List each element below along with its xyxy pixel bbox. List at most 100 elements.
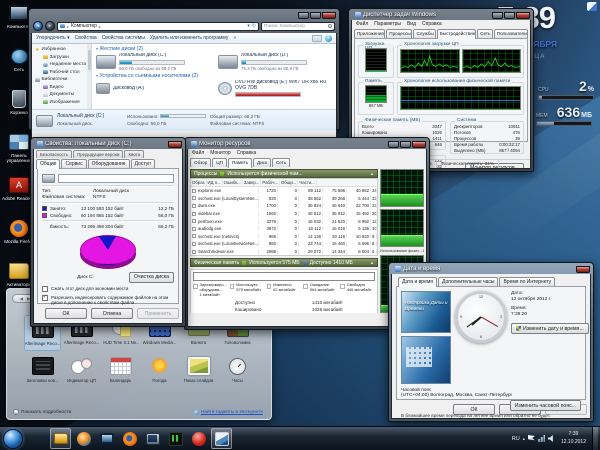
tab[interactable]: Квота <box>124 150 145 158</box>
dialog-button[interactable]: ОК <box>45 308 87 319</box>
processes-header[interactable]: Процессы Используется физической пам... … <box>190 169 378 178</box>
tab[interactable]: Предыдущие версии <box>73 150 124 158</box>
tray-clock[interactable]: 7:39 12.10.2012 <box>558 431 589 446</box>
gadget-corner-icon[interactable] <box>587 2 597 11</box>
menu-item[interactable]: Вид <box>407 21 416 27</box>
show-details-link[interactable]: ⌄ Показать подробности <box>13 409 71 415</box>
address-dropdown-icon[interactable]: ▾ <box>247 23 250 29</box>
dialog-button[interactable]: Применить <box>137 308 179 319</box>
hidden-icons-chevron[interactable]: ▴ <box>523 436 525 442</box>
drive-item[interactable]: Локальный диск (C:) 56,0 ГБ свободно из … <box>96 53 210 71</box>
tab[interactable]: Пользователи <box>493 29 528 38</box>
tab[interactable]: ЦП <box>212 158 227 167</box>
memory-header[interactable]: Физическая память Используется 575 МБ До… <box>190 258 378 267</box>
row-checkbox[interactable] <box>192 234 196 239</box>
address-bar[interactable]: ▸ Компьютер ▸ ▾ ↻ <box>57 21 259 31</box>
taskbar-item[interactable] <box>188 428 209 449</box>
toolbar-item[interactable]: Свойства системы <box>102 35 145 41</box>
volume-label-input[interactable] <box>58 173 174 183</box>
sidebar-scrollbar[interactable] <box>87 44 91 109</box>
taskbar-item[interactable] <box>119 428 140 449</box>
maximize-button[interactable] <box>504 11 515 19</box>
taskbar-item[interactable] <box>142 428 163 449</box>
taskbar-item[interactable] <box>73 428 94 449</box>
menu-item[interactable]: Справка <box>237 150 257 156</box>
sidebar-item[interactable]: Библиотеки <box>35 76 91 84</box>
gadget-tile[interactable]: Календарь <box>102 353 139 389</box>
collapse-icon[interactable]: ▲ <box>370 260 374 265</box>
close-button[interactable] <box>516 11 530 19</box>
tab[interactable]: Безопасность <box>36 150 73 158</box>
checkbox[interactable] <box>42 285 48 292</box>
taskbar-item[interactable] <box>27 428 48 449</box>
sidebar-item[interactable]: Видео <box>35 84 91 92</box>
tab[interactable]: Процессы <box>386 29 413 38</box>
tab[interactable]: Оборудование <box>87 159 130 168</box>
row-checkbox[interactable] <box>192 203 196 208</box>
tab[interactable]: Диск <box>252 158 271 167</box>
menu-item[interactable]: Справка <box>422 21 442 27</box>
sidebar-item[interactable]: Рабочий стол <box>35 69 91 77</box>
toolbar-item[interactable]: » <box>233 35 236 41</box>
taskbar-item[interactable] <box>165 428 186 449</box>
cpu-meter-gadget[interactable]: CPU 2% <box>538 78 594 100</box>
close-button[interactable] <box>168 140 182 148</box>
tab[interactable]: Общие <box>36 159 61 169</box>
close-button[interactable] <box>576 265 590 273</box>
process-row[interactable]: sidebar.exe16920 46 51235 91215 49220 42… <box>191 210 377 218</box>
gadget-tile[interactable]: Индикатор ЦП <box>63 353 100 389</box>
column-header[interactable]: Образ <box>191 180 207 185</box>
close-button[interactable] <box>322 11 336 19</box>
column-header[interactable]: Ошибк... <box>223 180 243 185</box>
volume-icon[interactable] <box>547 435 553 442</box>
tab[interactable]: Дата и время <box>398 277 438 287</box>
tab[interactable]: Сеть <box>271 158 291 167</box>
tab[interactable]: Приложения <box>354 29 386 38</box>
refresh-icon[interactable]: ↻ <box>252 23 256 29</box>
taskbar-item[interactable] <box>50 428 71 449</box>
search-input[interactable]: Поиск: Компьютер <box>261 21 335 31</box>
group-header-removable[interactable]: ▾ Устройства со съемными носителями (2) <box>96 73 332 79</box>
row-checkbox[interactable] <box>192 219 196 224</box>
sidebar-item[interactable]: Загрузки <box>35 54 91 62</box>
toolbar-item[interactable]: Удалить или изменить программу <box>150 35 229 41</box>
find-gadgets-online-link[interactable]: Найти гаджеты в Интернете <box>193 409 263 415</box>
row-checkbox[interactable] <box>192 241 196 246</box>
address-crumb[interactable]: Компьютер <box>71 23 97 29</box>
tab[interactable]: Сеть <box>477 29 493 38</box>
removable-item[interactable]: DVD RW дисковод (E:) Win7 UR x86 Ru OVG … <box>218 80 332 98</box>
column-header[interactable]: Завер... <box>243 180 262 185</box>
column-header[interactable]: Общи... <box>280 180 299 185</box>
disk-cleanup-button[interactable]: Очистка диска <box>128 271 174 283</box>
action-center-icon[interactable] <box>527 435 535 442</box>
back-button[interactable]: ◂ <box>33 21 43 31</box>
process-row[interactable]: explorer.exe17200 89 11275 59640 95234 6… <box>191 187 377 195</box>
tab[interactable]: Доступ <box>130 159 155 168</box>
tab[interactable]: Дополнительные часы <box>438 277 499 286</box>
change-timezone-button[interactable]: Изменить часовой пояс... <box>509 400 581 411</box>
row-checkbox[interactable] <box>192 226 196 231</box>
column-header[interactable]: Части... <box>298 180 317 185</box>
network-icon[interactable] <box>537 435 545 442</box>
checkbox-row[interactable]: Сжать этот диск для экономии места <box>42 285 174 292</box>
language-indicator[interactable]: RU <box>512 436 520 442</box>
toolbar-item[interactable]: Свойства <box>75 35 97 41</box>
removable-item[interactable]: Дисковод (A:) <box>96 80 210 98</box>
process-row[interactable]: svchost.exe (LocalServiceNet... 860 0 23 7… <box>191 240 377 248</box>
tab[interactable]: Время по Интернету <box>499 277 556 286</box>
process-row[interactable]: svchost.exe (LocalSystemNet... 920 0 38 55… <box>191 195 377 203</box>
help-icon[interactable]: ? <box>325 35 332 42</box>
process-row[interactable]: perfmon.exe32760 16 03221 5208 99212 528 <box>191 217 377 225</box>
sidebar-item[interactable]: Недавние места <box>35 61 91 69</box>
process-row[interactable]: SearchIndexer.exe 2088 0 29 072 14 344 8 004… <box>191 248 377 255</box>
start-button[interactable] <box>3 428 23 449</box>
views-icon[interactable] <box>312 35 322 42</box>
gallery-prev-icon[interactable]: ◀ <box>20 296 23 301</box>
drive-item[interactable]: Локальный диск (D:) 75,3 ГБ свободно из … <box>218 53 332 71</box>
process-row[interactable]: svchost.exe (netsvcs) 968 0 14 136 20 116 10… <box>191 233 377 241</box>
gadget-tile[interactable]: Погода <box>141 353 178 389</box>
menu-item[interactable]: Монитор <box>210 150 230 156</box>
tab[interactable]: Память <box>227 158 252 168</box>
column-header[interactable]: ИД п... <box>207 180 223 185</box>
process-row[interactable]: audiodg.exe36720 18 11216 0165 13610 900 <box>191 225 377 233</box>
